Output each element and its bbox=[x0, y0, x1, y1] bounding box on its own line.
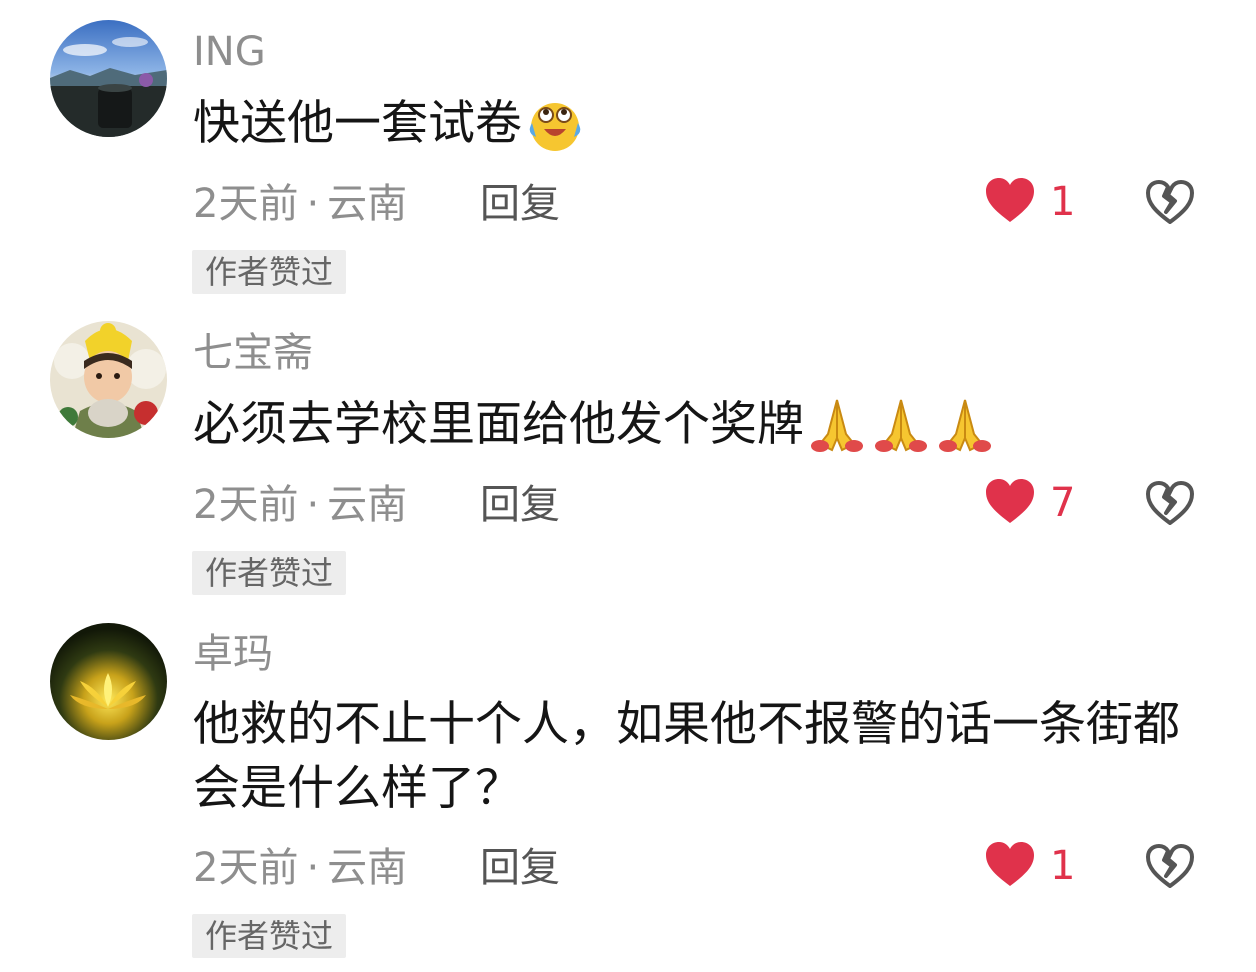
heart-icon bbox=[984, 840, 1036, 892]
dislike-button[interactable] bbox=[1144, 842, 1196, 894]
heart-icon bbox=[984, 477, 1036, 529]
timestamp: 2天前 bbox=[193, 181, 299, 227]
reply-button[interactable]: 回复 bbox=[480, 846, 560, 890]
avatar[interactable] bbox=[50, 321, 167, 438]
comment-text-body: 快送他一套试卷 bbox=[193, 96, 522, 151]
like-button[interactable]: 7 bbox=[984, 477, 1075, 529]
author-liked-badge: 作者赞过 bbox=[192, 250, 347, 294]
comment-text: 他救的不止十个人，如果他不报警的话一条街都会是什么样了？ bbox=[193, 697, 1180, 816]
username[interactable]: 卓玛 bbox=[193, 632, 273, 676]
avatar-painting-image bbox=[50, 321, 167, 438]
like-button[interactable]: 1 bbox=[984, 840, 1075, 892]
comment-text: 必须去学校里面给他发个奖牌 bbox=[193, 393, 1213, 471]
reply-button[interactable]: 回复 bbox=[480, 483, 560, 527]
avatar-landscape-image bbox=[50, 20, 167, 137]
crying-laughing-emoji-icon bbox=[524, 97, 586, 170]
like-button[interactable]: 1 bbox=[984, 176, 1075, 228]
broken-heart-icon bbox=[1144, 180, 1196, 230]
location: 云南 bbox=[327, 181, 408, 227]
comment-text-body: 必须去学校里面给他发个奖牌 bbox=[193, 397, 804, 452]
dislike-button[interactable] bbox=[1144, 178, 1196, 230]
timestamp: 2天前 bbox=[193, 845, 299, 891]
broken-heart-icon bbox=[1144, 481, 1196, 531]
separator-dot: · bbox=[306, 181, 320, 227]
like-count: 1 bbox=[1050, 179, 1076, 225]
author-liked-badge: 作者赞过 bbox=[192, 551, 347, 595]
avatar[interactable] bbox=[50, 20, 167, 137]
pray-emoji-icon bbox=[934, 396, 996, 471]
heart-icon bbox=[984, 176, 1036, 228]
like-count: 1 bbox=[1050, 843, 1076, 889]
broken-heart-icon bbox=[1144, 844, 1196, 894]
like-count: 7 bbox=[1050, 480, 1076, 526]
reply-button[interactable]: 回复 bbox=[480, 182, 560, 226]
username[interactable]: ING bbox=[193, 30, 266, 74]
comment-text: 快送他一套试卷 bbox=[193, 92, 1213, 170]
separator-dot: · bbox=[306, 482, 320, 528]
avatar[interactable] bbox=[50, 623, 167, 740]
comment-meta: 2天前 · 云南 bbox=[193, 483, 407, 527]
avatar-lotus-image bbox=[50, 623, 167, 740]
dislike-button[interactable] bbox=[1144, 479, 1196, 531]
location: 云南 bbox=[327, 482, 408, 528]
author-liked-badge: 作者赞过 bbox=[192, 914, 347, 958]
username[interactable]: 七宝斋 bbox=[193, 331, 313, 375]
pray-emoji-icon bbox=[806, 396, 868, 471]
separator-dot: · bbox=[306, 845, 320, 891]
comment-meta: 2天前 · 云南 bbox=[193, 182, 407, 226]
comment-meta: 2天前 · 云南 bbox=[193, 846, 407, 890]
timestamp: 2天前 bbox=[193, 482, 299, 528]
location: 云南 bbox=[327, 845, 408, 891]
pray-emoji-icon bbox=[870, 396, 932, 471]
